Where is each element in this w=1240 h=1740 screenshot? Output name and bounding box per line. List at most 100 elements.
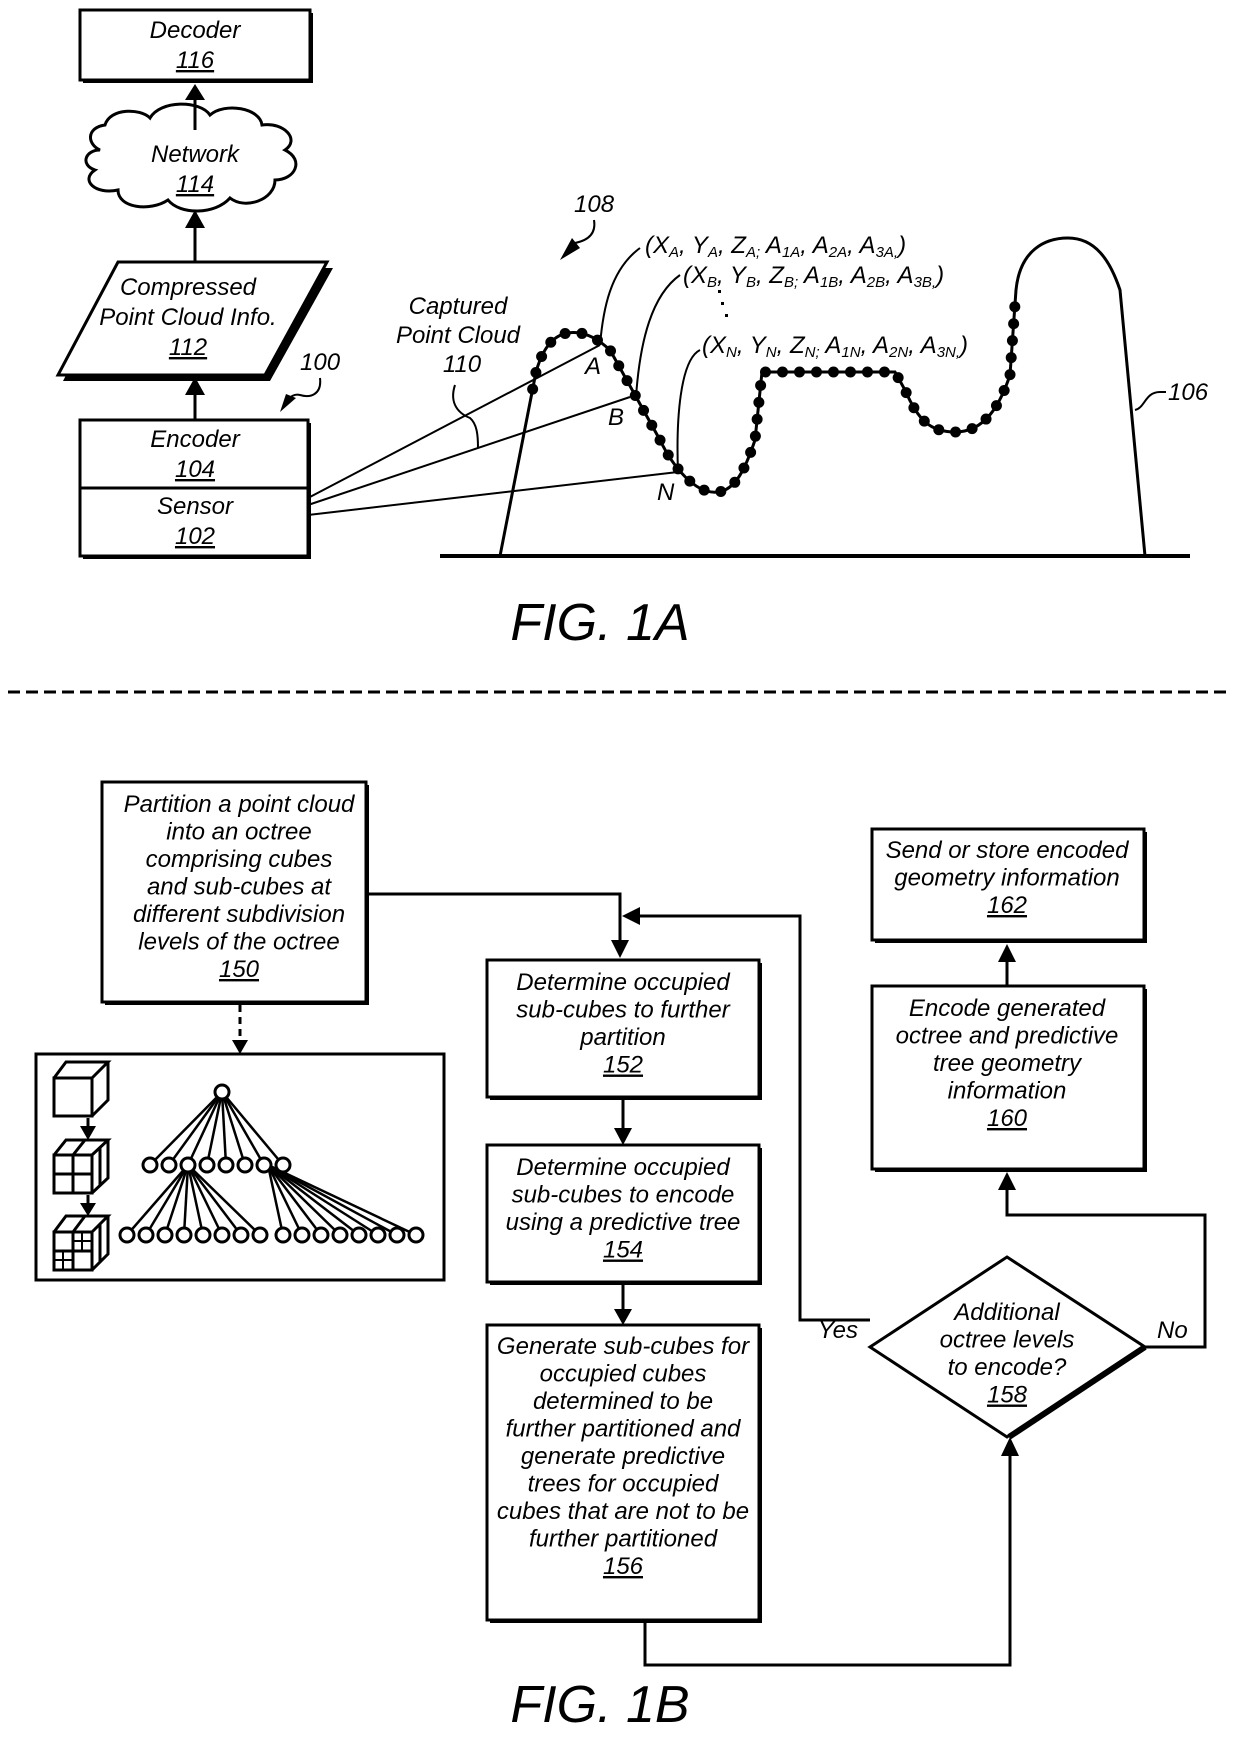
step152-line: Determine occupied	[516, 969, 730, 996]
point-a-label: A	[583, 353, 601, 380]
point-cloud-dot	[998, 385, 1010, 397]
tree-level1-node	[274, 1156, 292, 1174]
step-154-box: Determine occupiedsub-cubes to encodeusi…	[485, 1143, 762, 1285]
step-156-box: Generate sub-cubes foroccupied cubesdete…	[485, 1323, 762, 1623]
point-cloud-dot	[621, 375, 633, 387]
tree-level2-node	[137, 1226, 155, 1244]
object-ref-leader	[1134, 391, 1166, 411]
point-cloud-dot	[980, 413, 992, 425]
step152-line: sub-cubes to further	[516, 997, 730, 1024]
point-cloud-dot	[892, 372, 904, 384]
decoder-label: Decoder	[150, 17, 242, 44]
point-cloud-dot	[530, 366, 542, 378]
point-cloud-dot	[559, 328, 571, 340]
step150-ref: 150	[219, 956, 260, 983]
point-cloud-dot	[878, 366, 890, 378]
network-ref: 114	[176, 171, 214, 198]
tree-level1-node	[160, 1156, 178, 1174]
no-label: No	[1157, 1317, 1188, 1344]
step152-ref: 152	[603, 1052, 643, 1079]
decoder-ref: 116	[176, 47, 215, 74]
point-cloud-dot	[638, 404, 650, 416]
point-cloud-dot	[605, 345, 617, 357]
step156-line: trees for occupied	[528, 1471, 719, 1498]
arrow-head	[614, 1309, 632, 1325]
point-cloud-dot	[527, 383, 539, 395]
encoder-sensor-box: Encoder 104 Sensor 102	[78, 418, 311, 559]
arrow-head	[1001, 1437, 1019, 1456]
step160-line: tree geometry	[933, 1050, 1083, 1077]
tuple-b: (XB, YB, ZB; A1B, A2B, A3B,)	[683, 262, 944, 291]
leader-n	[676, 349, 701, 473]
step156-line: occupied cubes	[540, 1361, 707, 1388]
fig-1a: Decoder 116 Network 114 Compressed Point…	[55, 8, 1209, 652]
arrow-head	[280, 394, 296, 412]
arrow-head	[232, 1040, 248, 1054]
arrow-head	[998, 1172, 1016, 1190]
point-cloud-dot	[662, 449, 674, 461]
sensor-label: Sensor	[157, 493, 234, 520]
captured-ref: 110	[443, 351, 482, 378]
step156-line: cubes that are not to be	[497, 1498, 749, 1525]
encoder-label: Encoder	[150, 426, 240, 453]
tree-level2-node	[350, 1226, 368, 1244]
point-cloud-dot	[536, 350, 548, 362]
point-cloud-dot	[755, 379, 767, 391]
step152-line: partition	[579, 1024, 665, 1051]
tree-level2-node	[388, 1226, 406, 1244]
tuple-n: (XN, YN, ZN; A1N, A2N, A3N,)	[702, 332, 968, 361]
point-cloud-dot	[745, 446, 757, 458]
point-cloud-dot	[749, 430, 761, 442]
system-ref-100: 100	[300, 349, 341, 376]
step158-line: to encode?	[948, 1354, 1067, 1381]
tree-level1-node	[141, 1156, 159, 1174]
point-cloud-dot	[1005, 352, 1017, 364]
point-cloud-dot	[1009, 301, 1021, 313]
arrow-head	[185, 84, 205, 100]
sensor-ray-n	[307, 471, 679, 516]
connector-150-to-152	[366, 892, 622, 944]
tree-level2-node	[331, 1226, 349, 1244]
point-cloud-dot	[753, 396, 765, 408]
step162-line: geometry information	[894, 865, 1119, 892]
point-cloud-dot	[810, 366, 822, 378]
step150-line: and sub-cubes at	[147, 874, 332, 901]
step154-ref: 154	[603, 1237, 643, 1264]
point-cloud-dot	[751, 413, 763, 425]
leader-a	[599, 247, 641, 346]
point-cloud-dot	[861, 366, 873, 378]
step162-line: Send or store encoded	[886, 837, 1129, 864]
point-cloud-ref-leader	[574, 219, 596, 244]
point-cloud-dot	[1008, 318, 1020, 330]
step-150-box: Partition a point cloudinto an octreecom…	[100, 780, 369, 1005]
arrow-head	[998, 944, 1016, 962]
tuple-a: (XA, YA, ZA; A1A, A2A, A3A,)	[645, 232, 906, 261]
tree-level2-node	[213, 1226, 231, 1244]
step-158-decision: Additionaloctree levelsto encode?158	[867, 1255, 1148, 1440]
tree-level2-node	[118, 1226, 136, 1244]
arrow-head	[614, 1128, 632, 1145]
leader-b	[635, 274, 681, 398]
step160-line: octree and predictive	[896, 1023, 1119, 1050]
point-cloud-dot	[776, 366, 788, 378]
tree-level2-node	[274, 1226, 292, 1244]
point-cloud-dot	[908, 402, 920, 414]
tree-level2-node	[407, 1226, 425, 1244]
encoder-ref: 104	[175, 456, 215, 483]
step-162-box: Send or store encodedgeometry informatio…	[870, 827, 1147, 943]
point-cloud-dot	[545, 336, 557, 348]
step160-line: Encode generated	[909, 995, 1106, 1022]
compressed-ref: 112	[169, 334, 207, 361]
tree-level1-node	[255, 1156, 273, 1174]
point-cloud-dot	[827, 366, 839, 378]
captured-line2: Point Cloud	[396, 322, 521, 349]
tree-level2-node	[251, 1226, 269, 1244]
point-cloud-dot	[646, 419, 658, 431]
sensor-ref: 102	[175, 523, 215, 550]
point-cloud-dot	[1006, 335, 1018, 347]
step158-ref: 158	[987, 1382, 1028, 1409]
point-cloud-dot	[900, 387, 912, 399]
tree-level2-node	[156, 1226, 174, 1244]
step156-line: further partitioned and	[506, 1416, 741, 1443]
arrow-head	[560, 238, 580, 260]
